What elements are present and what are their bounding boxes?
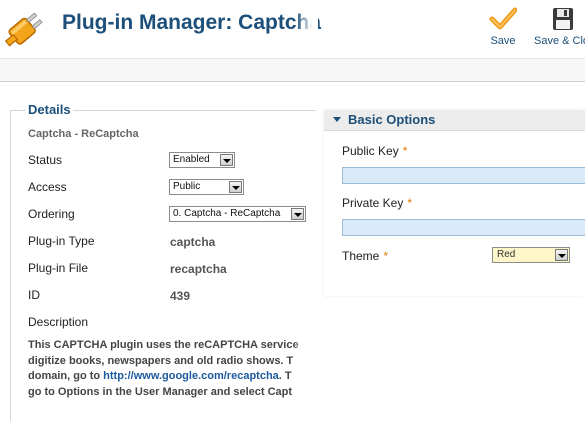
checkmark-icon <box>489 7 517 30</box>
required-marker: * <box>407 196 413 210</box>
description-fade <box>292 336 318 406</box>
save-button[interactable]: Save <box>486 6 520 47</box>
save-close-button-label: Save & Close <box>534 35 585 47</box>
plugin-file-value: recaptcha <box>170 262 227 276</box>
private-key-label-text: Private Key <box>342 196 404 210</box>
id-value: 439 <box>170 289 191 303</box>
description-line: go to Options in the User Manager and se… <box>28 385 293 398</box>
recaptcha-link[interactable]: http://www.google.com/recaptcha <box>103 370 279 382</box>
page-title: Plug-in Manager: Captcha <box>62 11 322 34</box>
basic-options-panel: Basic Options Public Key * Private Key * T… <box>324 110 585 296</box>
plugin-name: Captcha - ReCaptcha <box>28 128 139 140</box>
ordering-select[interactable]: 0. Captcha - ReCaptcha <box>169 206 306 222</box>
save-button-label: Save <box>490 35 516 47</box>
public-key-label: Public Key * <box>342 144 407 158</box>
required-marker: * <box>383 249 389 263</box>
basic-options-title: Basic Options <box>348 112 436 127</box>
chevron-down-icon <box>229 181 242 193</box>
description-line: digitize books, newspapers and old radio… <box>28 354 294 367</box>
description-line: domain, go to http://www.google.com/reca… <box>28 369 324 385</box>
ordering-label: Ordering <box>28 207 75 221</box>
required-marker: * <box>402 144 408 158</box>
chevron-down-icon <box>220 154 233 166</box>
access-label: Access <box>28 180 67 194</box>
status-select[interactable]: Enabled <box>169 152 235 168</box>
plugin-type-value: captcha <box>170 235 216 249</box>
details-legend: Details <box>26 102 73 117</box>
expand-triangle-icon <box>333 117 341 122</box>
theme-label: Theme * <box>342 249 388 263</box>
plugin-file-label: Plug-in File <box>28 261 89 275</box>
private-key-label: Private Key * <box>342 196 412 210</box>
public-key-label-text: Public Key <box>342 144 399 158</box>
status-label: Status <box>28 153 63 167</box>
description-text: . T <box>278 370 292 382</box>
basic-options-header[interactable]: Basic Options <box>324 110 585 131</box>
theme-label-text: Theme <box>342 249 380 263</box>
private-key-input[interactable] <box>342 219 585 236</box>
description-label: Description <box>28 315 89 329</box>
plugin-description: This CAPTCHA plugin uses the reCAPTCHA s… <box>28 338 324 400</box>
plugin-type-label: Plug-in Type <box>28 234 95 248</box>
access-select[interactable]: Public <box>169 179 244 195</box>
description-text: domain, go to <box>28 370 104 382</box>
public-key-input[interactable] <box>342 167 585 184</box>
theme-select[interactable]: Red <box>492 247 570 263</box>
fieldset-left-border <box>10 110 11 421</box>
theme-select-value: Red <box>497 249 516 260</box>
ordering-select-value: 0. Captcha - ReCaptcha <box>173 208 281 219</box>
chevron-down-icon <box>291 208 304 220</box>
description-line: This CAPTCHA plugin uses the reCAPTCHA s… <box>28 339 299 351</box>
plug-icon <box>4 12 43 47</box>
title-fade <box>296 0 318 58</box>
status-select-value: Enabled <box>173 154 210 165</box>
save-close-button[interactable]: Save & Close <box>534 6 585 47</box>
access-select-value: Public <box>173 181 201 192</box>
header-bar: Plug-in Manager: Captcha Save Save & Clo… <box>0 0 585 58</box>
chevron-down-icon <box>555 249 568 261</box>
id-label: ID <box>28 288 40 302</box>
toolbar-divider <box>0 58 585 82</box>
floppy-disk-icon <box>553 8 573 30</box>
